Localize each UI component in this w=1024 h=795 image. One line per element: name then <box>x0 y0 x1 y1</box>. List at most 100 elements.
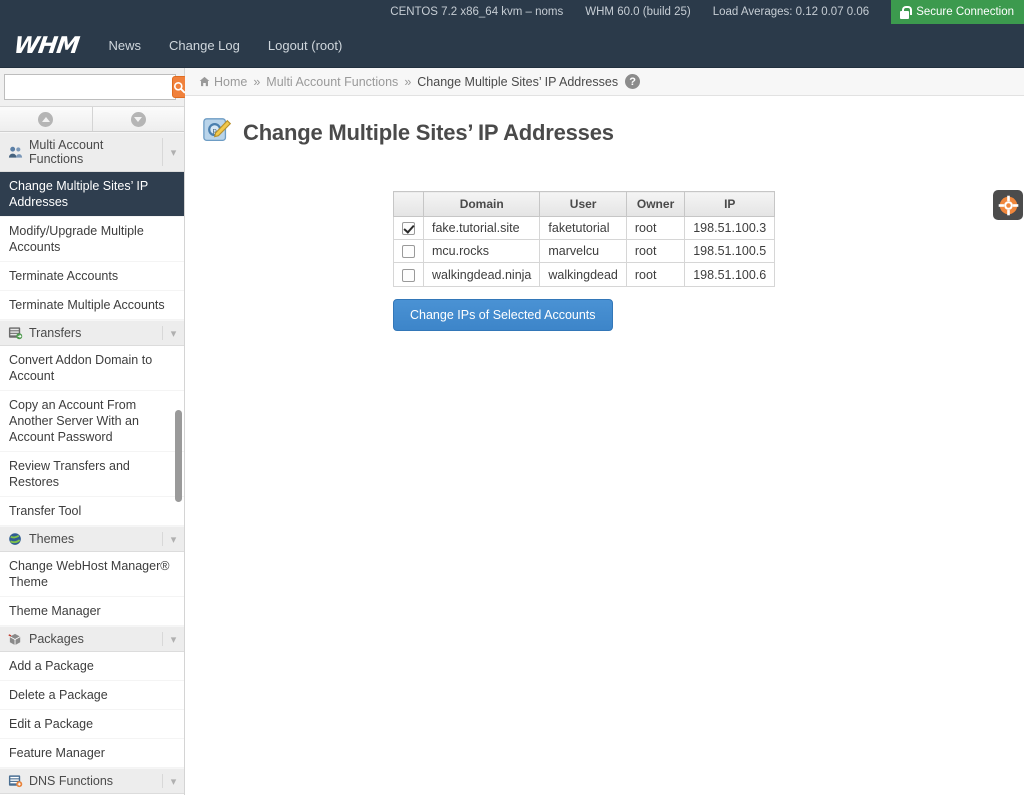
table-row: walkingdead.ninja walkingdead root 198.5… <box>393 262 776 287</box>
sidebar-item-modify-upgrade-multiple-accounts[interactable]: Modify/Upgrade Multiple Accounts <box>0 217 184 262</box>
help-icon[interactable]: ? <box>625 74 641 89</box>
sidebar-item-review-transfers-and-restores[interactable]: Review Transfers and Restores <box>0 452 184 497</box>
column-header-ip: IP <box>684 191 776 217</box>
cell-ip: 198.51.100.5 <box>684 239 776 264</box>
breadcrumb-home[interactable]: Home <box>199 75 247 89</box>
chevron-down-icon[interactable]: ▾ <box>162 774 184 788</box>
breadcrumb-separator: » <box>404 74 412 89</box>
breadcrumb: Home » Multi Account Functions » Change … <box>185 68 1024 96</box>
secure-connection-badge[interactable]: Secure Connection <box>891 0 1024 24</box>
chevron-down-icon <box>130 111 146 127</box>
breadcrumb-parent[interactable]: Multi Account Functions <box>266 75 398 89</box>
lifebuoy-icon[interactable] <box>993 190 1023 220</box>
sidebar-item-delete-a-package[interactable]: Delete a Package <box>0 681 184 710</box>
chevron-down-icon[interactable]: ▾ <box>162 532 184 546</box>
sidebar-group-label: Multi Account Functions <box>29 138 104 166</box>
secure-connection-label: Secure Connection <box>916 6 1014 18</box>
page-layout: Multi Account Functions ▾ Change Multipl… <box>0 68 1024 795</box>
table-row: mcu.rocks marvelcu root 198.51.100.5 <box>393 239 776 264</box>
cell-owner: root <box>625 215 686 241</box>
sidebar-search-area <box>0 68 187 107</box>
status-os: CENTOS 7.2 x86_64 kvm – noms <box>390 6 564 18</box>
chevron-down-icon[interactable]: ▾ <box>162 632 184 646</box>
cell-user: faketutorial <box>539 215 627 241</box>
cell-user: walkingdead <box>539 262 627 287</box>
change-ips-button[interactable]: Change IPs of Selected Accounts <box>393 298 613 331</box>
page-title: Change Multiple Sites’ IP Addresses <box>243 119 614 145</box>
column-header-select <box>393 191 424 217</box>
themes-icon <box>8 532 23 546</box>
main-navbar: WHM News Change Log Logout (root) <box>0 24 1024 68</box>
sidebar-group-label: Packages <box>29 632 84 646</box>
sidebar-item-edit-a-package[interactable]: Edit a Package <box>0 710 184 739</box>
sidebar-item-add-a-package[interactable]: Add a Package <box>0 652 184 681</box>
sidebar-item-feature-manager[interactable]: Feature Manager <box>0 739 184 768</box>
row-select-cell <box>393 215 424 241</box>
cell-ip: 198.51.100.3 <box>684 215 776 241</box>
sidebar-group-packages[interactable]: Packages ▾ <box>0 626 184 652</box>
breadcrumb-separator: » <box>253 74 261 89</box>
sidebar-item-terminate-multiple-accounts[interactable]: Terminate Multiple Accounts <box>0 291 184 320</box>
accounts-table-wrapper: Domain User Owner IP fake.tutorial.site … <box>185 149 1024 287</box>
sidebar-nav-scroll[interactable]: Multi Account Functions ▾ Change Multipl… <box>0 132 184 795</box>
sidebar-group-label: Transfers <box>29 326 82 340</box>
sidebar-group-label: Themes <box>29 532 75 546</box>
nav-link-news[interactable]: News <box>109 38 142 53</box>
table-row: fake.tutorial.site faketutorial root 198… <box>393 215 776 241</box>
nav-link-change-log[interactable]: Change Log <box>169 38 240 53</box>
nav-link-logout[interactable]: Logout (root) <box>268 38 342 53</box>
table-body: fake.tutorial.site faketutorial root 198… <box>393 215 776 287</box>
packages-icon <box>8 632 23 646</box>
sidebar-group-dns-functions[interactable]: DNS Functions ▾ <box>0 768 184 794</box>
sidebar-item-change-multiple-sites-ip-addresses[interactable]: Change Multiple Sites’ IP Addresses <box>0 172 184 217</box>
dns-functions-icon <box>8 774 23 788</box>
column-header-user: User <box>539 191 627 217</box>
sidebar-item-terminate-accounts[interactable]: Terminate Accounts <box>0 262 184 291</box>
main-content: Home » Multi Account Functions » Change … <box>185 68 1024 795</box>
status-whm-version: WHM 60.0 (build 25) <box>585 6 691 18</box>
sidebar-item-copy-account-from-another-server[interactable]: Copy an Account From Another Server With… <box>0 391 184 452</box>
search-row <box>4 74 187 100</box>
search-input[interactable] <box>5 75 172 99</box>
collapse-all-button[interactable] <box>0 107 93 131</box>
sidebar: Multi Account Functions ▾ Change Multipl… <box>0 68 187 795</box>
chevron-up-icon <box>38 111 54 127</box>
page-header: p Change Multiple Sites’ IP Addresses <box>185 96 1024 149</box>
sidebar-item-change-webhost-manager-theme[interactable]: Change WebHost Manager® Theme <box>0 552 184 597</box>
sidebar-collapse-controls <box>0 107 184 132</box>
home-icon <box>199 76 210 87</box>
sidebar-item-convert-addon-domain-to-account[interactable]: Convert Addon Domain to Account <box>0 346 184 391</box>
breadcrumb-current: Change Multiple Sites’ IP Addresses <box>417 74 619 89</box>
row-checkbox[interactable] <box>402 222 415 236</box>
row-checkbox[interactable] <box>402 268 415 282</box>
row-checkbox[interactable] <box>402 245 415 259</box>
cell-ip: 198.51.100.6 <box>684 262 776 287</box>
table-head: Domain User Owner IP <box>393 191 776 217</box>
table-header-row: Domain User Owner IP <box>393 191 776 217</box>
sidebar-item-transfer-tool[interactable]: Transfer Tool <box>0 497 184 526</box>
accounts-table: Domain User Owner IP fake.tutorial.site … <box>393 191 776 287</box>
breadcrumb-home-label: Home <box>214 74 248 89</box>
lock-icon <box>899 5 912 19</box>
cell-user: marvelcu <box>539 239 627 264</box>
transfers-icon <box>8 326 23 340</box>
cell-domain: mcu.rocks <box>422 239 541 264</box>
status-bar: CENTOS 7.2 x86_64 kvm – noms WHM 60.0 (b… <box>0 0 1024 24</box>
change-ip-icon: p <box>202 116 232 149</box>
column-header-owner: Owner <box>625 191 686 217</box>
status-load-averages: Load Averages: 0.12 0.07 0.06 <box>712 6 870 18</box>
cell-owner: root <box>625 239 686 264</box>
sidebar-group-transfers[interactable]: Transfers ▾ <box>0 320 184 346</box>
chevron-down-icon[interactable]: ▾ <box>162 138 184 166</box>
row-select-cell <box>393 262 424 287</box>
sidebar-group-themes[interactable]: Themes ▾ <box>0 526 184 552</box>
cell-owner: root <box>625 262 686 287</box>
expand-all-button[interactable] <box>92 107 184 131</box>
sidebar-group-multi-account-functions[interactable]: Multi Account Functions ▾ <box>0 132 184 172</box>
whm-logo[interactable]: WHM <box>12 33 80 59</box>
sidebar-item-theme-manager[interactable]: Theme Manager <box>0 597 184 626</box>
sidebar-scrollbar-thumb[interactable] <box>175 410 182 502</box>
cell-domain: fake.tutorial.site <box>422 215 541 241</box>
sidebar-group-label: DNS Functions <box>29 774 114 788</box>
chevron-down-icon[interactable]: ▾ <box>162 326 184 340</box>
